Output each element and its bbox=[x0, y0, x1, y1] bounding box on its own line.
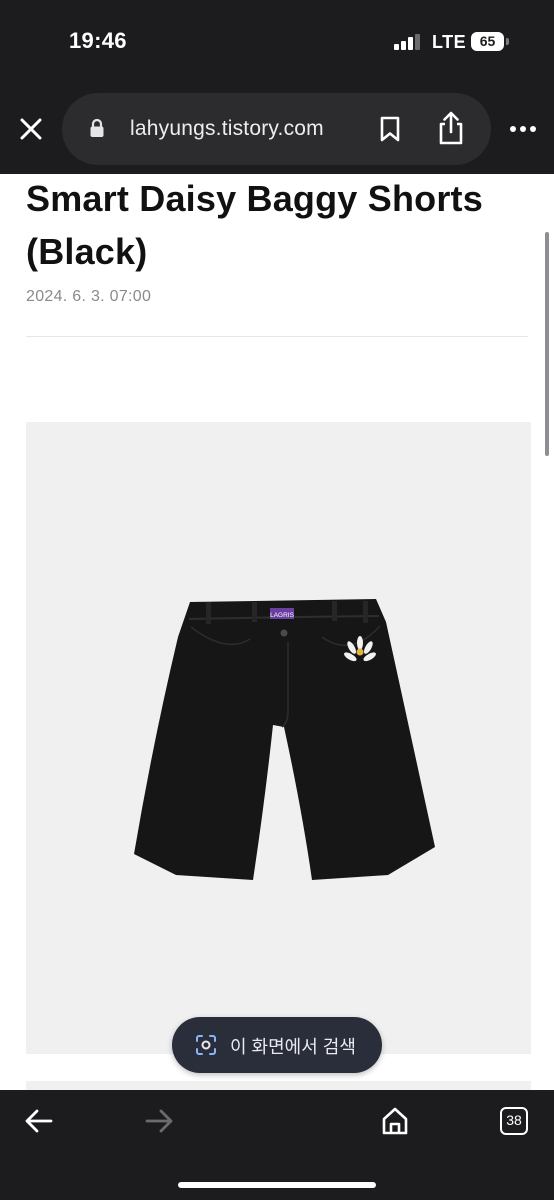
lock-icon bbox=[90, 118, 104, 137]
home-indicator bbox=[178, 1182, 376, 1188]
share-icon bbox=[439, 111, 463, 145]
forward-arrow-icon bbox=[145, 1109, 173, 1133]
search-screen-label: 이 화면에서 검색 bbox=[230, 1037, 356, 1057]
shorts-image: LAGRIS bbox=[134, 599, 435, 880]
url-text: lahyungs.tistory.com bbox=[130, 117, 324, 140]
home-button[interactable] bbox=[380, 1106, 410, 1136]
brand-tag-text: LAGRIS bbox=[270, 612, 295, 619]
back-arrow-icon bbox=[25, 1109, 53, 1133]
battery-icon: 65 bbox=[471, 32, 504, 51]
browser-screen: 19:46 LTE 65 lahyungs.tistory.com Smart … bbox=[0, 0, 554, 1200]
more-menu-button[interactable] bbox=[504, 115, 544, 143]
address-bar[interactable]: lahyungs.tistory.com bbox=[62, 93, 491, 165]
back-button[interactable] bbox=[24, 1108, 54, 1134]
battery-cap bbox=[506, 38, 509, 45]
tabs-button[interactable]: 38 bbox=[500, 1107, 528, 1135]
bookmark-button[interactable] bbox=[375, 114, 405, 144]
lens-icon bbox=[196, 1035, 216, 1055]
browser-top-chrome: 19:46 LTE 65 lahyungs.tistory.com bbox=[0, 0, 554, 174]
status-time: 19:46 bbox=[69, 28, 127, 53]
close-button[interactable] bbox=[12, 110, 50, 148]
share-button[interactable] bbox=[434, 110, 468, 146]
close-icon bbox=[20, 118, 42, 140]
browser-bottom-toolbar: 38 bbox=[0, 1090, 554, 1200]
home-icon bbox=[382, 1107, 408, 1135]
scrollbar-thumb[interactable] bbox=[545, 232, 549, 456]
product-photo[interactable]: LAGRIS bbox=[26, 422, 531, 1054]
search-screen-button[interactable]: 이 화면에서 검색 bbox=[172, 1017, 382, 1073]
network-type: LTE bbox=[432, 32, 467, 52]
post-title: Smart Daisy Baggy Shorts (Black) bbox=[26, 178, 483, 272]
forward-button[interactable] bbox=[144, 1108, 174, 1134]
title-divider bbox=[26, 336, 528, 337]
bookmark-icon bbox=[380, 116, 400, 142]
post-date: 2024. 6. 3. 07:00 bbox=[26, 288, 152, 305]
signal-icon bbox=[394, 34, 420, 50]
more-icon bbox=[510, 126, 536, 132]
